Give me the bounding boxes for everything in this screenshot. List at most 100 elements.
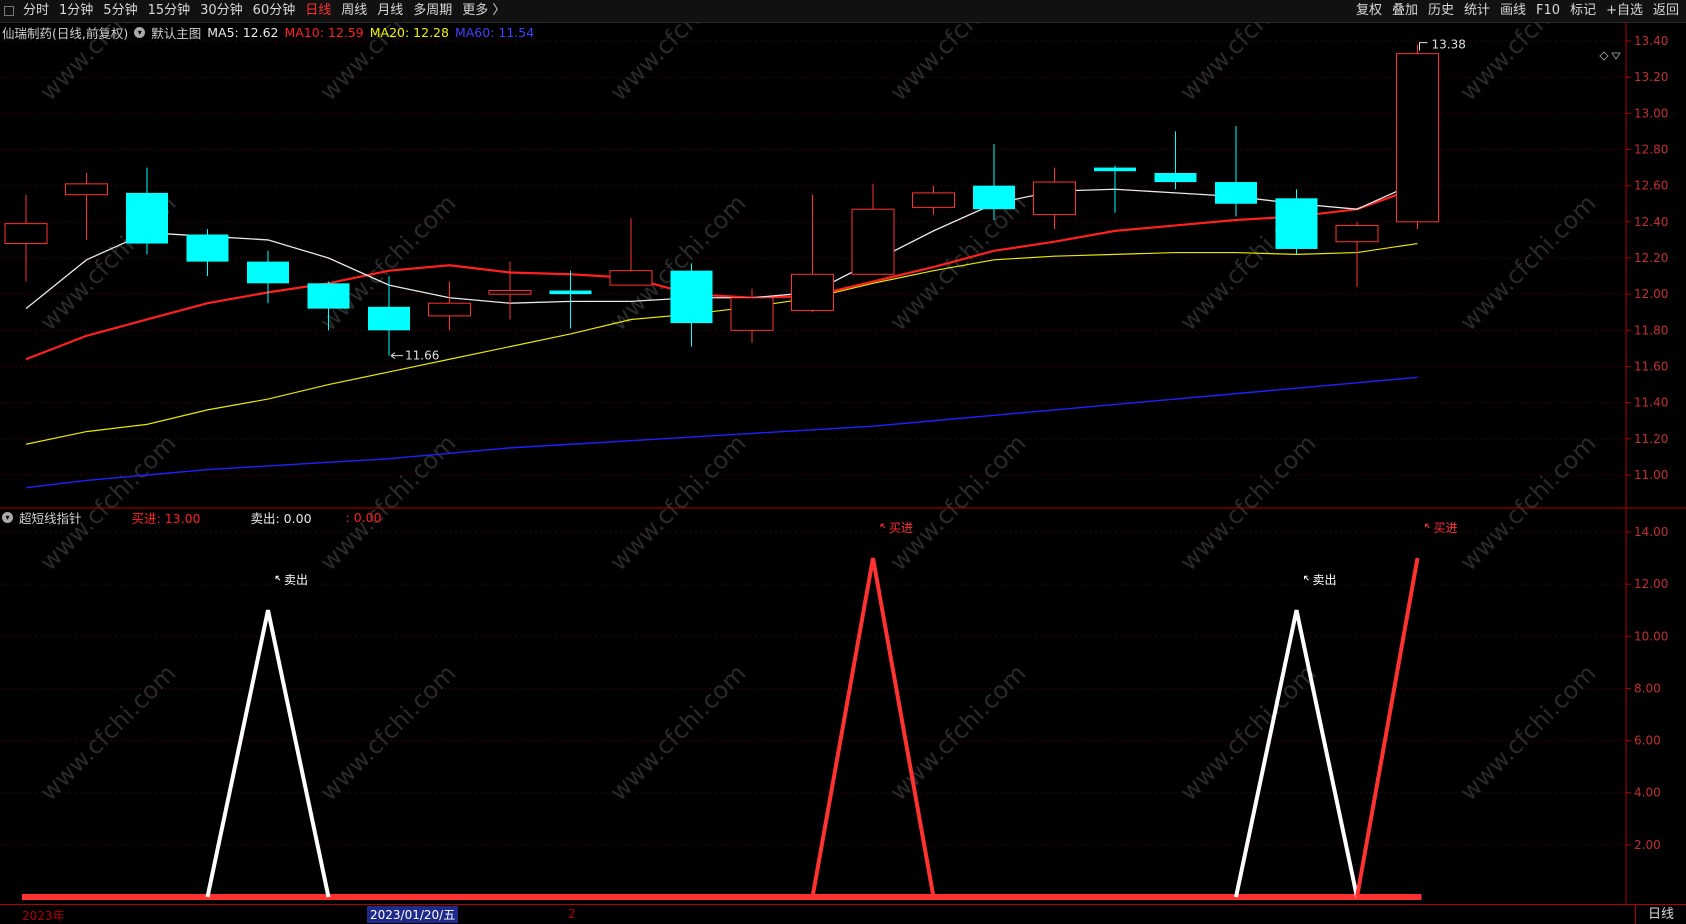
chart-selector-label[interactable]: 默认主图 xyxy=(151,23,201,42)
sell-signal-spike xyxy=(1234,609,1359,898)
annotation-arrow-icon xyxy=(1425,523,1430,529)
tool-button-3[interactable]: 统计 xyxy=(1459,0,1495,22)
diamond-icon xyxy=(1599,51,1609,61)
indicator-selector-icon[interactable]: ▾ xyxy=(2,512,13,523)
watermark-text: www.cfchi.com xyxy=(1174,429,1321,576)
year-label: 2023年 xyxy=(22,909,65,923)
candle-body-down xyxy=(549,290,592,295)
price-tick-label: 12.00 xyxy=(1634,287,1668,301)
period-tab-1[interactable]: 1分钟 xyxy=(54,0,98,22)
candle-body-up xyxy=(1335,224,1379,243)
watermark-text: www.cfchi.com xyxy=(884,659,1031,806)
watermark-text: www.cfchi.com xyxy=(34,659,181,806)
tool-button-8[interactable]: 返回 xyxy=(1648,0,1684,22)
price-tick-label: 12.20 xyxy=(1634,251,1668,265)
period-tab-6[interactable]: 日线 xyxy=(300,0,336,22)
period-tab-8[interactable]: 月线 xyxy=(372,0,408,22)
price-tick-label: 11.00 xyxy=(1634,468,1668,482)
ma5-label: MA5: 12.62 xyxy=(207,25,279,40)
buy-signal-spike xyxy=(1355,557,1420,898)
price-tick-label: 13.00 xyxy=(1634,106,1668,120)
time-axis-bar: 2023年 2023/01/20/五 2 日线 xyxy=(0,904,1686,924)
ma20-label: MA20: 12.28 xyxy=(369,25,449,40)
watermark-text: www.cfchi.com xyxy=(314,429,461,576)
period-tab-7[interactable]: 周线 xyxy=(336,0,372,22)
sell-signal-spike xyxy=(205,609,331,898)
watermark-text: www.cfchi.com xyxy=(1454,659,1601,806)
buy-signal-spike xyxy=(810,557,936,898)
sell-annotation: 卖出 xyxy=(284,573,308,587)
candle-body-up xyxy=(791,273,834,311)
sell-value-label: 卖出: 0.00 xyxy=(250,511,312,526)
annotation-arrow-icon xyxy=(880,523,886,529)
watermark-text: www.cfchi.com xyxy=(604,22,751,106)
candle-body-up xyxy=(609,270,653,286)
watermark-text: www.cfchi.com xyxy=(884,22,1031,106)
price-tick-label: 11.40 xyxy=(1634,396,1668,410)
period-tab-4[interactable]: 30分钟 xyxy=(195,0,248,22)
period-tab-5[interactable]: 60分钟 xyxy=(248,0,301,22)
tool-button-0[interactable]: 复权 xyxy=(1351,0,1387,22)
indicator-tick-label: 14.00 xyxy=(1634,525,1668,539)
price-tick-label: 12.40 xyxy=(1634,215,1668,229)
period-indicator[interactable]: 日线 xyxy=(1635,905,1686,924)
annotation-arrow-icon xyxy=(275,575,281,581)
ma10-label: MA10: 12.59 xyxy=(284,25,364,40)
candle-body-down xyxy=(973,185,1015,210)
tool-button-7[interactable]: +自选 xyxy=(1601,0,1648,22)
watermark-text: www.cfchi.com xyxy=(1454,22,1601,106)
watermark-text: www.cfchi.com xyxy=(884,189,1031,336)
candle-body-down xyxy=(126,192,168,244)
corner-grip-icon xyxy=(4,6,14,16)
month-tick-label: 2 xyxy=(568,907,576,921)
period-tab-10[interactable]: 更多 〉 xyxy=(457,0,510,22)
candle-body-up xyxy=(65,183,108,196)
sell-annotation: 卖出 xyxy=(1313,573,1337,587)
high-price-label: 13.38 xyxy=(1432,38,1466,52)
watermark-text: www.cfchi.com xyxy=(1174,659,1321,806)
high-arrow-icon xyxy=(1419,42,1428,51)
candle-body-down xyxy=(368,306,410,331)
period-tab-0[interactable]: 分时 xyxy=(18,0,54,22)
tool-button-1[interactable]: 叠加 xyxy=(1387,0,1423,22)
watermark-text: www.cfchi.com xyxy=(1454,189,1601,336)
tool-button-4[interactable]: 画线 xyxy=(1495,0,1531,22)
period-tab-2[interactable]: 5分钟 xyxy=(98,0,142,22)
price-tick-label: 11.80 xyxy=(1634,323,1668,337)
indicator-tick-label: 4.00 xyxy=(1634,786,1661,800)
indicator-tick-label: 8.00 xyxy=(1634,681,1661,695)
tool-button-5[interactable]: F10 xyxy=(1531,0,1565,22)
candle-body-down xyxy=(1094,167,1136,172)
candle-body-up xyxy=(730,297,774,331)
watermark-text: www.cfchi.com xyxy=(314,659,461,806)
indicator-tick-label: 2.00 xyxy=(1634,838,1661,852)
tool-button-6[interactable]: 标记 xyxy=(1565,0,1601,22)
period-tab-3[interactable]: 15分钟 xyxy=(143,0,196,22)
period-tab-9[interactable]: 多周期 xyxy=(408,0,457,22)
cursor-date-label: 2023/01/20/五 xyxy=(367,906,459,923)
low-price-label: 11.66 xyxy=(405,349,439,363)
low-arrow-icon xyxy=(390,352,403,360)
candle-body-up xyxy=(1396,53,1439,223)
indicator-tick-label: 12.00 xyxy=(1634,577,1668,591)
stock-title: 仙瑞制药(日线,前复权) xyxy=(2,26,129,41)
candle-body-up xyxy=(912,192,955,208)
buy-annotation: 买进 xyxy=(1434,521,1458,535)
kline-chart-area[interactable]: www.cfchi.com www.cfchi.com www.cfchi.com w… xyxy=(0,22,1686,904)
chart-selector-icon[interactable]: ▾ xyxy=(134,27,146,38)
watermark-text: www.cfchi.com xyxy=(1174,22,1321,106)
extra-value-label: : 0.00 xyxy=(345,510,382,525)
price-tick-label: 13.40 xyxy=(1634,34,1668,48)
annotation-arrow-icon xyxy=(1304,575,1309,581)
price-tick-label: 11.60 xyxy=(1634,360,1668,374)
indicator-title[interactable]: 超短线指针 xyxy=(19,508,82,527)
watermark-text: www.cfchi.com xyxy=(884,429,1031,576)
candle-body-down xyxy=(247,261,289,284)
price-tick-label: 13.20 xyxy=(1634,70,1668,84)
buy-value-label: 买进: 13.00 xyxy=(131,511,201,526)
tool-button-2[interactable]: 历史 xyxy=(1423,0,1459,22)
candle-body-up xyxy=(851,208,895,275)
tool-buttons: 复权 叠加 历史 统计 画线 F10 标记 +自选 返回 xyxy=(1351,0,1684,22)
candle-body-down xyxy=(1154,173,1197,183)
watermark-text: www.cfchi.com xyxy=(1454,429,1601,576)
